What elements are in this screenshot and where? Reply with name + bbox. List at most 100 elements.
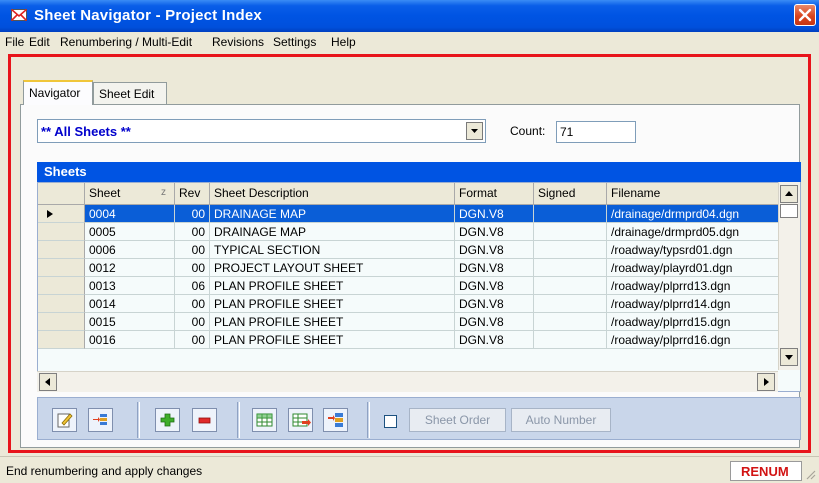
row-selector[interactable] [38, 295, 85, 313]
table-row[interactable]: 0006 00 TYPICAL SECTION DGN.V8/roadway/typs… [38, 241, 780, 259]
grid-icon [256, 413, 273, 427]
transfer-button[interactable] [323, 408, 348, 432]
table-row[interactable]: 0014 00 PLAN PROFILE SHEET DGN.V8/roadway/p… [38, 295, 780, 313]
scroll-up-button[interactable] [780, 185, 798, 203]
column-header-filename[interactable]: Filename [607, 183, 780, 205]
column-header-rev[interactable]: Rev [175, 183, 210, 205]
cell-rev: 00 [175, 205, 210, 223]
arrow-right-icon [764, 378, 769, 386]
row-selector[interactable] [38, 223, 85, 241]
cell-filename: /roadway/playrd01.dgn [607, 259, 780, 277]
table-row[interactable]: 0015 00 PLAN PROFILE SHEET DGN.V8/roadway/p… [38, 313, 780, 331]
tab-navigator[interactable]: Navigator [23, 80, 93, 105]
tab-sheet-edit[interactable]: Sheet Edit [93, 82, 167, 104]
grid-export-icon [292, 413, 311, 427]
dropdown-button[interactable] [466, 122, 483, 140]
cell-format: DGN.V8 [455, 313, 534, 331]
cell-format: DGN.V8 [455, 277, 534, 295]
arrow-up-icon [785, 191, 793, 196]
menu-settings[interactable]: Settings [273, 35, 316, 49]
cell-signed [534, 223, 607, 241]
insert-sheet-icon [93, 414, 107, 425]
title-bar[interactable]: Sheet Navigator - Project Index [0, 0, 819, 32]
arrow-down-icon [785, 355, 793, 360]
vertical-scrollbar[interactable] [778, 182, 800, 370]
count-field[interactable]: 71 [556, 121, 636, 143]
add-icon [160, 413, 175, 427]
sheet-order-checkbox[interactable] [384, 415, 397, 428]
close-button[interactable] [794, 4, 816, 26]
menu-renumbering[interactable]: Renumbering / Multi-Edit [60, 35, 192, 49]
row-selector[interactable] [38, 241, 85, 259]
arrow-left-icon [45, 378, 50, 386]
resize-grip-icon[interactable] [804, 468, 816, 480]
sheet-navigator-window: Sheet Navigator - Project Index File Edi… [0, 0, 819, 483]
cell-description: PLAN PROFILE SHEET [210, 295, 455, 313]
cell-filename: /roadway/typsrd01.dgn [607, 241, 780, 259]
grid-export-button[interactable] [288, 408, 313, 432]
cell-filename: /roadway/plprrd14.dgn [607, 295, 780, 313]
column-header-sheet[interactable]: Sheet z [85, 183, 175, 205]
scroll-right-button[interactable] [757, 373, 775, 391]
edit-sheet-icon [57, 413, 73, 428]
cell-signed [534, 313, 607, 331]
sheets-grid[interactable]: Sheet z Rev Sheet Description Format Sig… [37, 182, 801, 392]
cell-filename: /roadway/plprrd16.dgn [607, 331, 780, 349]
row-selector[interactable] [38, 259, 85, 277]
row-selector[interactable] [38, 277, 85, 295]
row-selector[interactable] [38, 331, 85, 349]
cell-format: DGN.V8 [455, 205, 534, 223]
status-text: End renumbering and apply changes [6, 464, 203, 478]
row-selector[interactable] [38, 313, 85, 331]
status-bar: End renumbering and apply changes RENUM [0, 456, 819, 483]
table-row[interactable]: 0013 06 PLAN PROFILE SHEET DGN.V8/roadway/p… [38, 277, 780, 295]
cell-description: DRAINAGE MAP [210, 223, 455, 241]
row-selector[interactable] [38, 205, 85, 223]
cell-rev: 06 [175, 277, 210, 295]
table-row[interactable]: 0004 00 DRAINAGE MAP DGN.V8/drainage/drmprd… [38, 205, 780, 223]
cell-rev: 00 [175, 259, 210, 277]
column-header-description[interactable]: Sheet Description [210, 183, 455, 205]
table-row[interactable]: 0005 00 DRAINAGE MAP DGN.V8/drainage/drmprd… [38, 223, 780, 241]
horizontal-scrollbar[interactable] [37, 371, 778, 392]
menu-help[interactable]: Help [331, 35, 356, 49]
cell-sheet: 0005 [85, 223, 175, 241]
cell-description: PLAN PROFILE SHEET [210, 277, 455, 295]
status-badge: RENUM [730, 461, 802, 481]
sort-indicator: z [161, 187, 166, 198]
scroll-thumb[interactable] [780, 204, 798, 218]
cell-format: DGN.V8 [455, 241, 534, 259]
scroll-left-button[interactable] [39, 373, 57, 391]
add-sheet-button[interactable] [155, 408, 180, 432]
cell-signed [534, 277, 607, 295]
edit-sheet-button[interactable] [52, 408, 77, 432]
cell-signed [534, 331, 607, 349]
sheet-filter-value: ** All Sheets ** [41, 124, 131, 139]
menu-edit[interactable]: Edit [29, 35, 50, 49]
column-header-label: Sheet [89, 186, 121, 200]
menu-revisions[interactable]: Revisions [212, 35, 264, 49]
sheet-filter-dropdown[interactable]: ** All Sheets ** [37, 119, 486, 143]
toolbar-separator [137, 402, 140, 438]
cell-sheet: 0016 [85, 331, 175, 349]
scroll-down-button[interactable] [780, 348, 798, 366]
cell-sheet: 0015 [85, 313, 175, 331]
insert-sheet-button[interactable] [88, 408, 113, 432]
cell-filename: /drainage/drmprd04.dgn [607, 205, 780, 223]
sheet-toolbar: Sheet Order Auto Number [37, 397, 801, 440]
sheet-order-button[interactable]: Sheet Order [409, 408, 506, 432]
toolbar-separator [237, 402, 240, 438]
column-header-format[interactable]: Format [455, 183, 534, 205]
menu-file[interactable]: File [5, 35, 24, 49]
auto-number-button[interactable]: Auto Number [511, 408, 611, 432]
cell-format: DGN.V8 [455, 295, 534, 313]
column-header-signed[interactable]: Signed [534, 183, 607, 205]
grid-view-button[interactable] [252, 408, 277, 432]
cell-sheet: 0013 [85, 277, 175, 295]
remove-sheet-button[interactable] [192, 408, 217, 432]
table-row[interactable]: 0016 00 PLAN PROFILE SHEET DGN.V8/roadway/p… [38, 331, 780, 349]
cell-rev: 00 [175, 295, 210, 313]
menu-bar: File Edit Renumbering / Multi-Edit Revis… [0, 32, 819, 51]
table-row[interactable]: 0012 00 PROJECT LAYOUT SHEET DGN.V8/roadway… [38, 259, 780, 277]
row-selector-header [38, 183, 85, 205]
